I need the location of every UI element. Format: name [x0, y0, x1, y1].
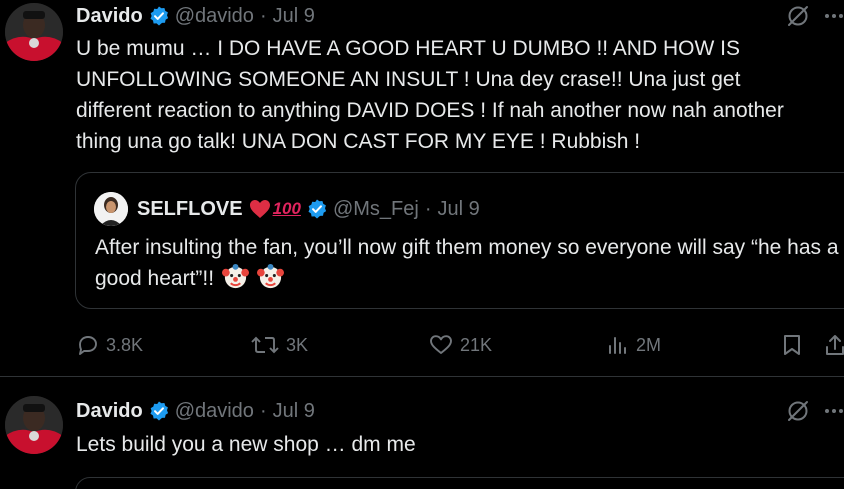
quoted-tweet[interactable]: SELFLOVE 100 @Ms_Fej · Jul 9 After insul… — [75, 172, 844, 309]
repost-icon — [251, 336, 279, 354]
bookmark-icon — [784, 335, 800, 355]
quote-date[interactable]: Jul 9 — [438, 198, 480, 221]
author-name[interactable]: Davido — [76, 5, 143, 28]
author-handle[interactable]: @davido — [175, 400, 254, 423]
quote-header: SELFLOVE 100 @Ms_Fej · Jul 9 — [137, 196, 480, 222]
tweet-date[interactable]: Jul 9 — [273, 400, 315, 423]
tweet[interactable]: Davido @davido · Jul 9 U be mumu … I DO … — [0, 0, 844, 377]
quote-author-name[interactable]: SELFLOVE — [137, 198, 243, 221]
views-count: 2M — [636, 334, 662, 355]
repost-button[interactable]: 3K — [250, 330, 308, 360]
avatar[interactable] — [5, 3, 63, 61]
grok-icon[interactable] — [786, 399, 810, 423]
verified-badge-icon — [308, 199, 327, 219]
tweet-date[interactable]: Jul 9 — [273, 5, 315, 28]
clown-emoji-icon — [256, 263, 284, 289]
tweet-header: Davido @davido · Jul 9 — [76, 397, 315, 425]
tweet-header: Davido @davido · Jul 9 — [76, 2, 315, 30]
separator-dot: · — [259, 399, 267, 422]
quoted-tweet[interactable] — [75, 477, 844, 489]
tweet-top-icons — [786, 2, 844, 30]
tweet-top-icons — [786, 397, 844, 425]
verified-badge-icon — [150, 401, 168, 421]
author-handle[interactable]: @davido — [175, 5, 254, 28]
quote-avatar[interactable] — [94, 192, 128, 226]
author-name[interactable]: Davido — [76, 400, 143, 423]
separator-dot: · — [424, 197, 432, 220]
views-button[interactable]: 2M — [606, 330, 661, 360]
views-icon — [609, 337, 626, 354]
like-button[interactable]: 21K — [428, 330, 492, 360]
share-button[interactable] — [824, 330, 844, 360]
quote-author-handle[interactable]: @Ms_Fej — [333, 198, 419, 221]
reply-icon — [79, 336, 97, 355]
avatar[interactable] — [5, 396, 63, 454]
tweet-text: Lets build you a new shop … dm me — [76, 433, 416, 456]
more-icon[interactable] — [824, 4, 844, 28]
repost-count: 3K — [286, 334, 309, 355]
like-count: 21K — [460, 334, 493, 355]
clown-emoji-icon — [221, 263, 249, 289]
like-icon — [430, 335, 452, 354]
tweet-actions: 3.8K 3K 21K 2M — [76, 330, 844, 360]
reply-button[interactable]: 3.8K — [76, 330, 143, 360]
quote-text-container: After insulting the fan, you’ll now gift… — [95, 232, 840, 294]
tweet-text: U be mumu … I DO HAVE A GOOD HEART U DUM… — [76, 37, 784, 153]
reply-count: 3.8K — [106, 334, 144, 355]
share-icon — [826, 335, 844, 355]
grok-icon[interactable] — [786, 4, 810, 28]
bookmark-button[interactable] — [781, 330, 809, 360]
verified-badge-icon — [150, 6, 168, 26]
hundred-emoji: 100 — [272, 199, 301, 218]
separator-dot: · — [259, 4, 267, 27]
red-heart-emoji-icon — [249, 200, 270, 218]
quote-text: After insulting the fan, you’ll now gift… — [95, 236, 839, 290]
more-icon[interactable] — [824, 399, 844, 423]
tweet[interactable]: Davido @davido · Jul 9 Lets build you a … — [0, 378, 844, 489]
